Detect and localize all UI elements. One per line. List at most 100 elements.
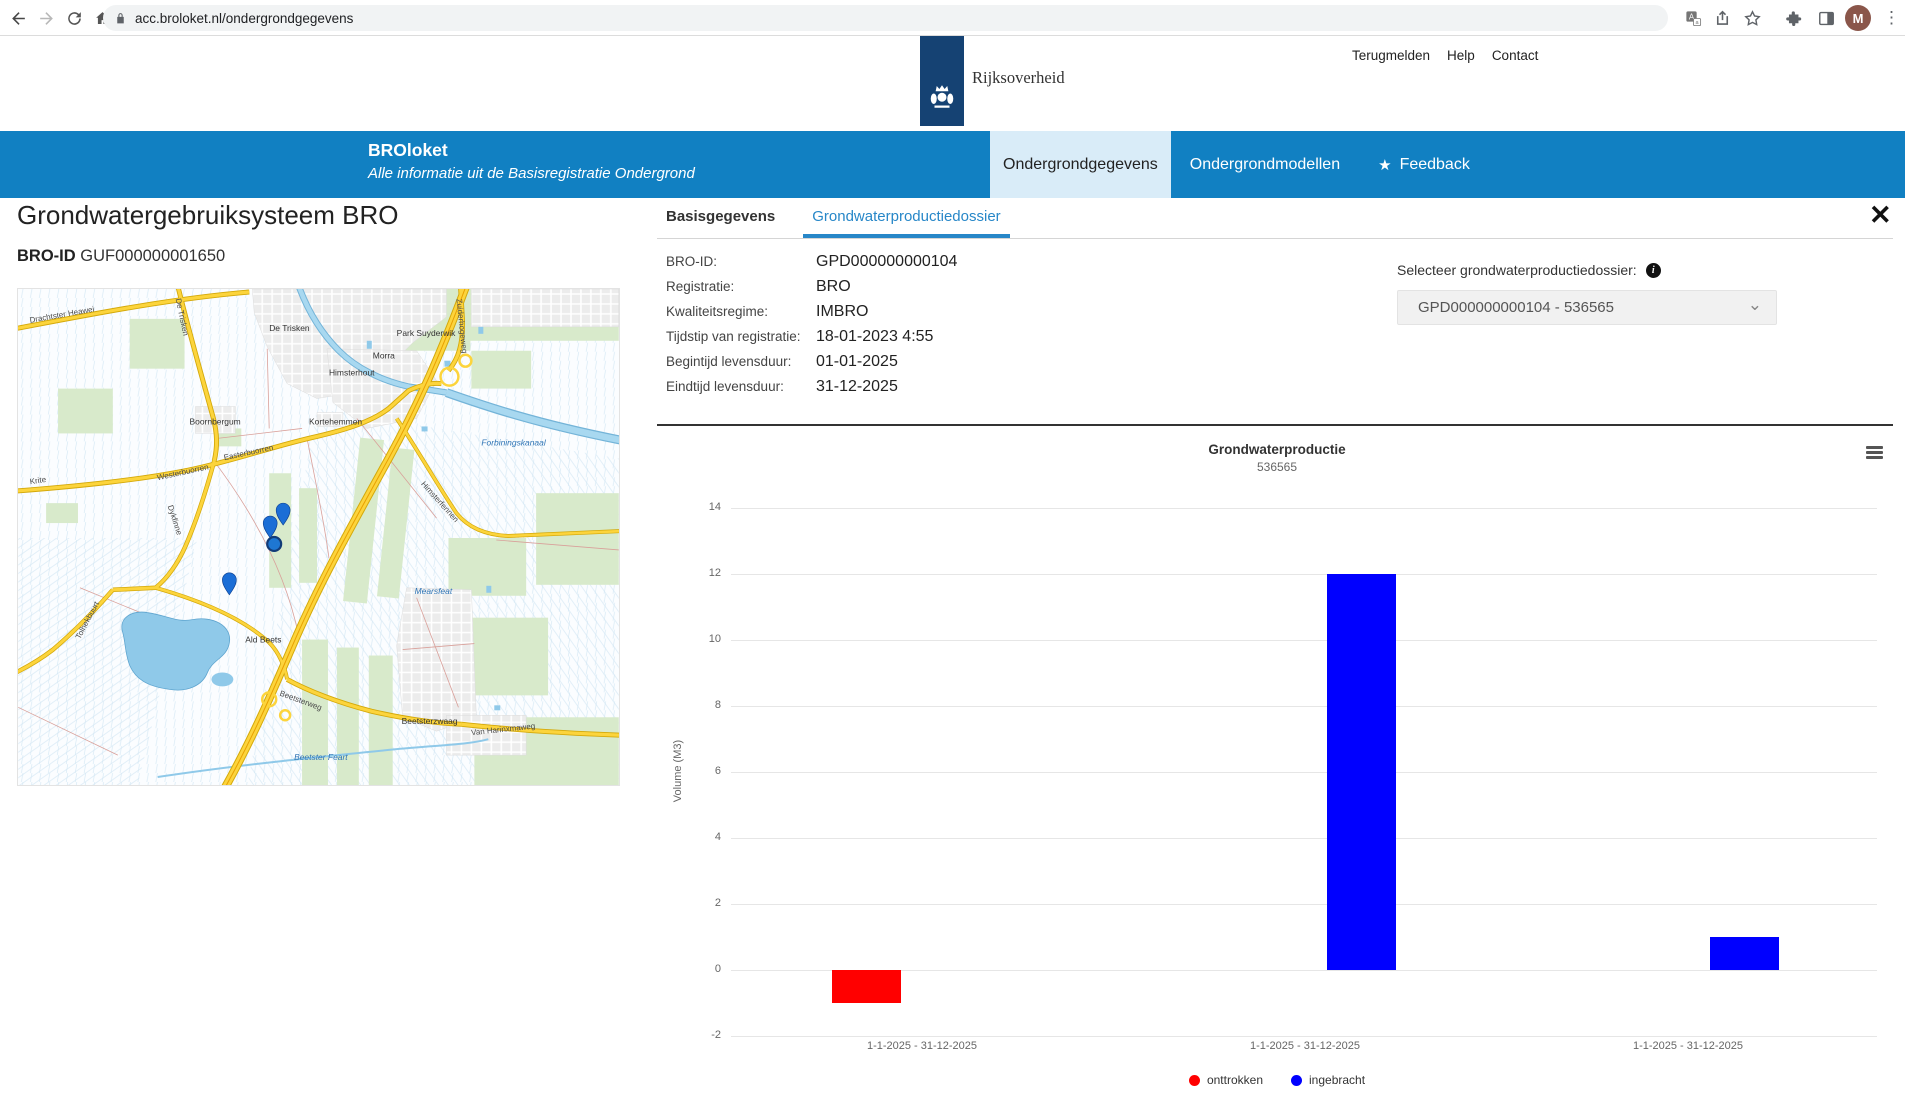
nav-tab-label: Feedback [1400,156,1470,174]
panel-tab-grondwaterproductiedossier[interactable]: Grondwaterproductiedossier [803,198,1009,238]
map-label: Park Suyderwik [397,328,456,338]
map-label: Beetsterzwaag [402,716,458,726]
map-label: Boornbergum [190,416,241,426]
panel-tab-basisgegevens[interactable]: Basisgegevens [657,198,784,238]
gridline [731,574,1877,575]
field-label: Registratie: [666,279,816,294]
y-axis-label: Volume (M3) [672,671,684,871]
bar-ingebracht[interactable] [1327,574,1396,970]
x-category-label: 1-1-2025 - 31-12-2025 [1538,1040,1838,1052]
forward-icon[interactable] [34,6,58,30]
nav-tab-ondergrondmodellen[interactable]: Ondergrondmodellen [1171,131,1359,198]
bro-id-label: BRO-ID [17,247,76,265]
bookmark-star-icon[interactable] [1740,6,1764,30]
y-tick-label: 14 [685,501,721,513]
page-title: Grondwatergebruiksysteem BRO [17,200,398,231]
section-separator [657,424,1893,426]
dossier-selector: Selecteer grondwaterproductiedossier: i … [1397,262,1777,325]
field-value: BRO [816,278,851,296]
header-link-contact[interactable]: Contact [1492,48,1539,63]
legend-label: onttrokken [1207,1073,1263,1087]
production-chart: Grondwaterproductie 536565 Volume (M3) 1… [657,434,1897,1111]
field-label: Kwaliteitsregime: [666,304,816,319]
x-category-label: 1-1-2025 - 31-12-2025 [1155,1040,1455,1052]
bar-ingebracht[interactable] [1710,937,1779,970]
field-row: Kwaliteitsregime:IMBRO [666,303,957,321]
site-header: Rijksoverheid TerugmeldenHelpContact [0,36,1905,131]
header-link-terugmelden[interactable]: Terugmelden [1352,48,1430,63]
gridline [731,706,1877,707]
share-icon[interactable] [1710,6,1734,30]
brand-tagline: Alle informatie uit de Basisregistratie … [368,165,695,182]
y-tick-label: 0 [685,963,721,975]
topographic-map[interactable]: Drachtster HeaweiDe TriskenZuiderhogeweg… [17,288,620,786]
gridline [731,1036,1877,1037]
y-tick-label: 4 [685,831,721,843]
nav-tabs: Ondergrondgegevens Ondergrondmodellen★Fee… [990,131,1489,198]
nav-tab-label: Ondergrondgegevens [1003,156,1158,174]
bro-id-value: GUF000000001650 [80,247,225,265]
field-label: BRO-ID: [666,254,816,269]
dossier-select[interactable]: GPD000000000104 - 536565 ⌄ [1397,290,1777,325]
detail-fields: BRO-ID:GPD000000000104Registratie:BROKwa… [666,253,957,403]
map-label: Beetster Feart [294,752,348,762]
map-label: Ald Beets [245,635,281,645]
info-icon[interactable]: i [1646,263,1661,278]
legend-item-ingebracht[interactable]: ingebracht [1291,1073,1365,1087]
x-category-label: 1-1-2025 - 31-12-2025 [772,1040,1072,1052]
brand-title: BROloket [368,140,695,161]
field-value: GPD000000000104 [816,253,957,271]
dossier-select-value: GPD000000000104 - 536565 [1418,299,1614,316]
browser-toolbar: acc.broloket.nl/ondergrondgegevens Aa M … [0,0,1905,36]
legend-label: ingebracht [1309,1073,1365,1087]
side-panel-icon[interactable] [1814,6,1838,30]
chart-title: Grondwaterproductie [657,442,1897,457]
field-label: Tijdstip van registratie: [666,329,816,344]
nav-tab-feedback[interactable]: ★Feedback [1359,131,1489,198]
field-label: Begintijd levensduur: [666,354,816,369]
map-label: De Trisken [269,323,310,333]
chart-menu-icon[interactable] [1866,446,1883,461]
back-icon[interactable] [6,6,30,30]
map-label: Forbiningskanaal [481,437,546,447]
field-value: 31-12-2025 [816,378,898,396]
map-label: Himsterhout [329,368,375,378]
nav-tab-ondergrondgegevens[interactable]: Ondergrondgegevens [990,131,1171,198]
map-label: Morra [373,351,395,361]
field-row: Eindtijd levensduur:31-12-2025 [666,378,957,396]
reload-icon[interactable] [62,6,86,30]
avatar[interactable]: M [1845,5,1871,31]
field-row: BRO-ID:GPD000000000104 [666,253,957,271]
field-row: Begintijd levensduur:01-01-2025 [666,353,957,371]
y-tick-label: 8 [685,699,721,711]
extensions-icon[interactable] [1782,6,1806,30]
browser-menu-icon[interactable]: ⋮ [1883,5,1900,31]
map-circle-marker[interactable] [267,537,281,551]
address-bar[interactable]: acc.broloket.nl/ondergrondgegevens [103,5,1668,31]
panel-tabs: Basisgegevens Grondwaterproductiedossier [657,198,1893,239]
field-row: Registratie:BRO [666,278,957,296]
gridline [731,904,1877,905]
y-tick-label: 6 [685,765,721,777]
translate-icon[interactable]: Aa [1681,6,1705,30]
main-navbar: BROloket Alle informatie uit de Basisreg… [0,131,1905,198]
field-value: IMBRO [816,303,868,321]
bro-id-line: BRO-ID GUF000000001650 [17,247,225,266]
y-tick-label: 12 [685,567,721,579]
y-tick-label: 10 [685,633,721,645]
bar-onttrokken[interactable] [832,970,901,1003]
gridline [731,772,1877,773]
rijksoverheid-logo-banner [920,36,964,126]
y-tick-label: 2 [685,897,721,909]
map-label: Kortehemmen [309,416,362,426]
gridline [731,838,1877,839]
chart-subtitle: 536565 [657,460,1897,474]
header-link-help[interactable]: Help [1447,48,1475,63]
legend-item-onttrokken[interactable]: onttrokken [1189,1073,1263,1087]
field-label: Eindtijd levensduur: [666,379,816,394]
field-value: 01-01-2025 [816,353,898,371]
gridline [731,970,1877,971]
legend-dot-icon [1291,1075,1302,1086]
url-text: acc.broloket.nl/ondergrondgegevens [135,11,353,26]
selector-label: Selecteer grondwaterproductiedossier: [1397,262,1637,278]
